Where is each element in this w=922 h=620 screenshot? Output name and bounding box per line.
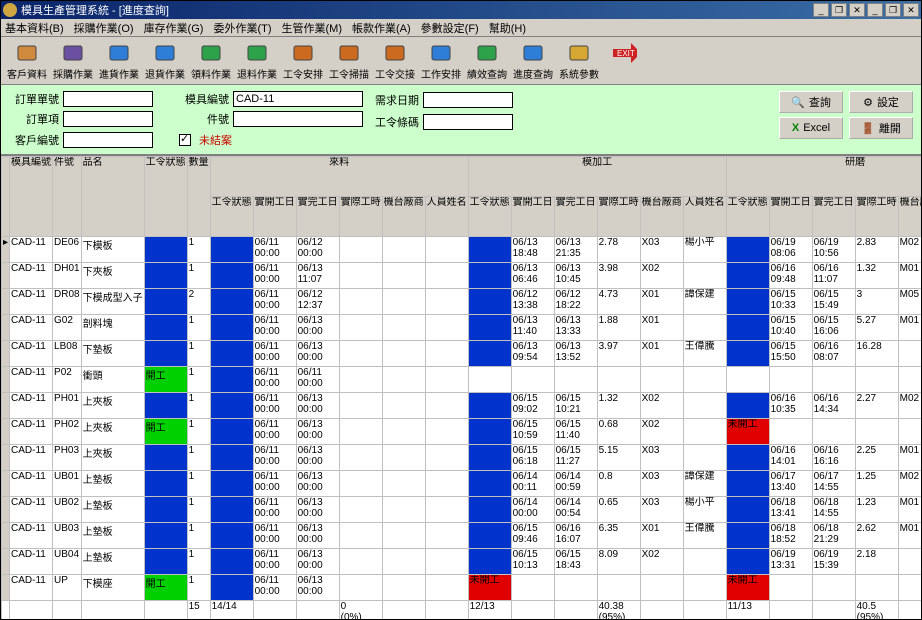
toolbar-icon [337,41,361,65]
table-row[interactable]: CAD-11UB03上墊板完工1完工06/1100:0006/1300:00完工… [2,523,922,549]
toolbar-button[interactable]: 退貨作業 [143,39,187,83]
table-row[interactable]: CAD-11DR08下模成型入子完工2完工06/1100:0006/1212:3… [2,289,922,315]
input-order-item[interactable] [63,111,153,127]
svg-text:EXIT: EXIT [617,49,635,58]
exit-icon: EXIT [613,41,637,65]
toolbar-icon [521,41,545,65]
table-row[interactable]: CAD-11PH01上夾板完工1完工06/1100:0006/1300:00完工… [2,393,922,419]
menu-item[interactable]: 幫助(H) [489,20,526,36]
toolbar-button[interactable]: 進貨作業 [97,39,141,83]
label-open-only: 未結案 [199,132,232,148]
child-minimize-button[interactable]: _ [867,3,883,17]
menu-item[interactable]: 生管作業(M) [282,20,343,36]
menu-item[interactable]: 庫存作業(G) [144,20,204,36]
exit-button[interactable]: 🚪離開 [849,117,913,139]
input-order-no[interactable] [63,91,153,107]
excel-button[interactable]: XExcel [779,117,843,139]
filter-panel: 訂單單號 訂單項 客戶編號 模具編號 件號 未結案 需求日期 工令條碼 🔍查詢 … [1,85,921,155]
checkbox-open-only[interactable] [179,134,191,146]
table-row[interactable]: CAD-11UB01上墊板完工1完工06/1100:0006/1300:00完工… [2,471,922,497]
toolbar-icon [475,41,499,65]
label-part-no: 件號 [179,111,229,127]
toolbar-button[interactable]: 客戶資料 [5,39,49,83]
toolbar-icon [107,41,131,65]
toolbar-button[interactable]: 工作安排 [419,39,463,83]
menu-item[interactable]: 參數設定(F) [421,20,479,36]
close-button[interactable]: ✕ [849,3,865,17]
table-row[interactable]: CAD-11PH03上夾板完工1完工06/1100:0006/1300:00完工… [2,445,922,471]
label-wo-barcode: 工令條碼 [369,114,419,130]
input-customer-no[interactable] [63,132,153,148]
door-icon: 🚪 [861,122,875,135]
input-mold-no[interactable] [233,91,363,107]
minimize-button[interactable]: _ [813,3,829,17]
menubar: 基本資料(B) 採購作業(O) 庫存作業(G) 委外作業(T) 生管作業(M) 帳款作業(… [1,19,921,37]
input-part-no[interactable] [233,111,363,127]
table-row[interactable]: CAD-11UB04上墊板完工1完工06/1100:0006/1300:00完工… [2,549,922,575]
toolbar-button[interactable]: 系統參數 [557,39,601,83]
label-req-date: 需求日期 [369,92,419,108]
menu-item[interactable]: 委外作業(T) [213,20,271,36]
toolbar-button[interactable]: 工令掃描 [327,39,371,83]
label-order-no: 訂單單號 [9,91,59,107]
table-row[interactable]: CAD-11UP下模座開工1完工06/1100:0006/1300:00未開工未… [2,575,922,601]
app-icon [3,3,17,17]
menu-item[interactable]: 帳款作業(A) [352,20,411,36]
query-button[interactable]: 🔍查詢 [779,91,843,113]
gear-icon: ⚙ [863,96,873,109]
toolbar-icon [429,41,453,65]
settings-button[interactable]: ⚙設定 [849,91,913,113]
child-close-button[interactable]: ✕ [903,3,919,17]
table-row[interactable]: CAD-11PH02上夾板開工1完工06/1100:0006/1300:00完工… [2,419,922,445]
table-row[interactable]: CAD-11LB08下墊板完工1完工06/1100:0006/1300:00完工… [2,341,922,367]
table-row[interactable]: ▸CAD-11DE06下模板完工1完工06/1100:0006/1200:00完… [2,237,922,263]
toolbar-button[interactable]: 工令安排 [281,39,325,83]
toolbar: 客戶資料採購作業進貨作業退貨作業領料作業退料作業工令安排工令掃描工令交接工作安排… [1,37,921,85]
toolbar-button[interactable]: 績效查詢 [465,39,509,83]
table-row[interactable]: CAD-11UB02上墊板完工1完工06/1100:0006/1300:00完工… [2,497,922,523]
input-wo-barcode[interactable] [423,114,513,130]
toolbar-icon [153,41,177,65]
toolbar-icon [15,41,39,65]
label-customer-no: 客戶編號 [9,132,59,148]
toolbar-icon [199,41,223,65]
toolbar-button[interactable]: 領料作業 [189,39,233,83]
search-icon: 🔍 [791,96,805,109]
toolbar-icon [61,41,85,65]
summary-row: 15 14/140(0%) 12/1340.38(95%) 11/1340.5(… [2,601,922,620]
table-row[interactable]: CAD-11G02剖料塊完工1完工06/1100:0006/1300:00完工0… [2,315,922,341]
toolbar-icon [567,41,591,65]
table-row[interactable]: CAD-11P02衝頭開工1完工06/1100:0006/1100:00未開工 [2,367,922,393]
label-order-item: 訂單項 [9,111,59,127]
toolbar-button[interactable]: 退料作業 [235,39,279,83]
data-grid[interactable]: 模具編號件號品名工令狀態數量來料模加工研磨慢走絲加工令狀態實開工日實完工日實際工… [1,155,921,619]
titlebar: 模具生產管理系統 - [進度查詢] _ ❐ ✕ _ ❐ ✕ [1,1,921,19]
toolbar-button[interactable]: 進度查詢 [511,39,555,83]
menu-item[interactable]: 採購作業(O) [74,20,134,36]
window-title: 模具生產管理系統 - [進度查詢] [21,2,811,18]
toolbar-icon [291,41,315,65]
toolbar-button[interactable]: 工令交接 [373,39,417,83]
table-row[interactable]: CAD-11DH01下夾板完工1完工06/1100:0006/1311:07完工… [2,263,922,289]
input-req-date[interactable] [423,92,513,108]
restore-button[interactable]: ❐ [831,3,847,17]
excel-icon: X [792,122,799,134]
menu-item[interactable]: 基本資料(B) [5,20,64,36]
toolbar-icon [245,41,269,65]
child-restore-button[interactable]: ❐ [885,3,901,17]
toolbar-exit-button[interactable]: EXIT [603,39,647,83]
toolbar-button[interactable]: 採購作業 [51,39,95,83]
label-mold-no: 模具編號 [179,91,229,107]
toolbar-icon [383,41,407,65]
